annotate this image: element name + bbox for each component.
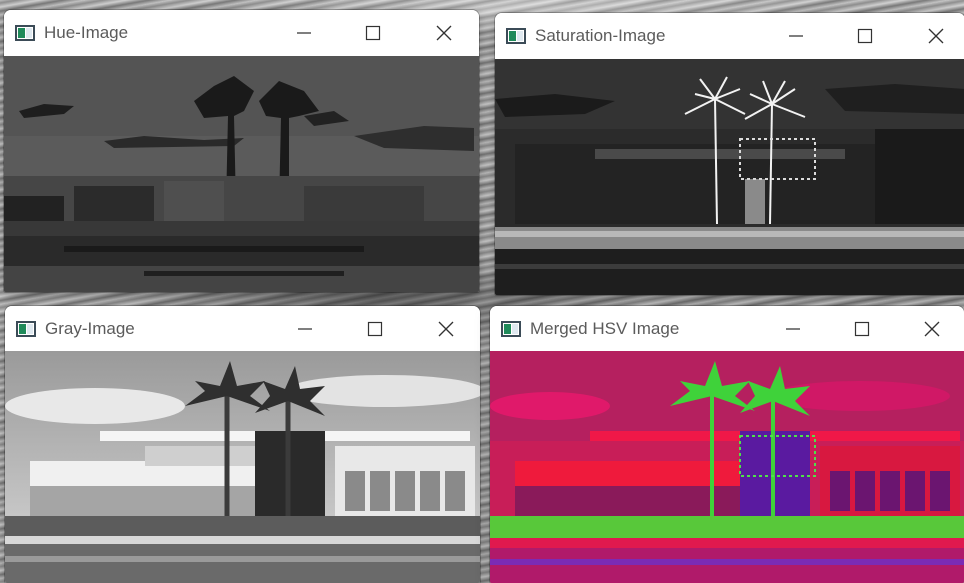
merged-hsv-image-canvas xyxy=(490,351,964,583)
maximize-button[interactable] xyxy=(839,306,885,352)
minimize-button[interactable] xyxy=(773,13,819,59)
close-icon xyxy=(924,321,940,337)
window-title: Merged HSV Image xyxy=(530,319,680,338)
merged-hsv-image-window[interactable]: Merged HSV Image xyxy=(490,306,964,583)
title-bar[interactable]: Gray-Image xyxy=(5,306,480,352)
saturation-image-window[interactable]: Saturation-Image xyxy=(495,13,964,295)
close-button[interactable] xyxy=(421,10,467,56)
minimize-icon xyxy=(297,32,311,34)
title-bar[interactable]: Saturation-Image xyxy=(495,13,964,59)
close-button[interactable] xyxy=(909,306,955,352)
minimize-icon xyxy=(786,328,800,330)
window-title: Hue-Image xyxy=(44,23,129,42)
saturation-image-canvas xyxy=(495,59,964,295)
title-bar[interactable]: Merged HSV Image xyxy=(490,306,964,352)
maximize-button[interactable] xyxy=(842,13,888,59)
minimize-button[interactable] xyxy=(281,10,327,56)
maximize-button[interactable] xyxy=(352,306,398,352)
image-window-icon xyxy=(16,321,36,337)
image-window-icon xyxy=(506,28,526,44)
minimize-button[interactable] xyxy=(282,306,328,352)
close-button[interactable] xyxy=(913,13,959,59)
image-window-icon xyxy=(15,25,35,41)
minimize-icon xyxy=(298,328,312,330)
window-title: Gray-Image xyxy=(45,319,135,338)
hue-image-window[interactable]: Hue-Image xyxy=(4,10,479,292)
minimize-button[interactable] xyxy=(770,306,816,352)
image-window-icon xyxy=(501,321,521,337)
maximize-icon xyxy=(365,25,381,41)
maximize-icon xyxy=(854,321,870,337)
close-icon xyxy=(436,25,452,41)
gray-image-canvas xyxy=(5,351,480,583)
hue-image-canvas xyxy=(4,56,479,292)
gray-image-window[interactable]: Gray-Image xyxy=(5,306,480,583)
close-button[interactable] xyxy=(423,306,469,352)
maximize-icon xyxy=(857,28,873,44)
close-icon xyxy=(438,321,454,337)
window-title: Saturation-Image xyxy=(535,26,666,45)
title-bar[interactable]: Hue-Image xyxy=(4,10,479,56)
close-icon xyxy=(928,28,944,44)
maximize-icon xyxy=(367,321,383,337)
maximize-button[interactable] xyxy=(350,10,396,56)
minimize-icon xyxy=(789,35,803,37)
